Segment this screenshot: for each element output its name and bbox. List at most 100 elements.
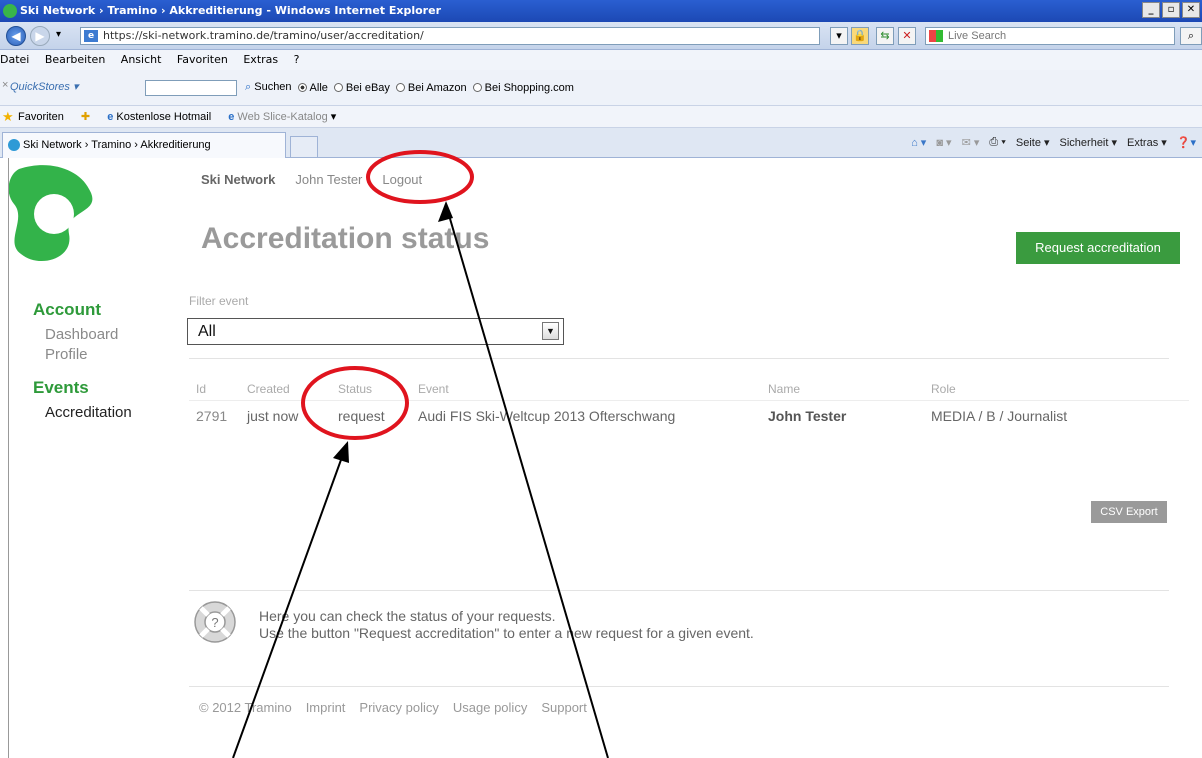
address-bar: ◀ ▶ ▾ e https://ski-network.tramino.de/t…: [0, 22, 1202, 50]
footer-imprint-link[interactable]: Imprint: [306, 700, 346, 715]
new-tab-button[interactable]: [290, 136, 318, 158]
menu-bearbeiten[interactable]: Bearbeiten: [45, 53, 105, 66]
radio-icon: [472, 82, 482, 92]
live-search-placeholder: Live Search: [948, 30, 1007, 42]
toolbar-search-input[interactable]: [145, 80, 237, 96]
footer-privacy-link[interactable]: Privacy policy: [359, 700, 438, 715]
page-content: Ski Network John Tester Logout Accredita…: [8, 158, 1202, 758]
menu-extras[interactable]: Extras: [243, 53, 278, 66]
cell-id: 2791: [196, 408, 228, 424]
logout-link[interactable]: Logout: [382, 172, 422, 187]
user-link[interactable]: John Tester: [295, 172, 362, 187]
divider: [189, 590, 1169, 591]
maximize-icon[interactable]: ▫: [1162, 2, 1180, 18]
footer-usage-link[interactable]: Usage policy: [453, 700, 527, 715]
chevron-down-icon[interactable]: ▼: [542, 322, 559, 340]
filter-event-select[interactable]: All ▼: [187, 318, 564, 345]
sidebar-item-profile[interactable]: Profile: [33, 346, 173, 363]
sidebar-heading-account: Account: [33, 300, 101, 319]
divider: [189, 358, 1169, 359]
magnifier-icon: ⌕: [245, 81, 252, 93]
divider: [189, 686, 1169, 687]
quickstores-label: QuickStores: [10, 81, 70, 93]
tab-title: Ski Network › Tramino › Akkreditierung: [23, 139, 211, 151]
mail-icon[interactable]: ✉ ▾: [962, 136, 980, 149]
brand-link[interactable]: Ski Network: [201, 172, 275, 187]
browser-tab-active[interactable]: Ski Network › Tramino › Akkreditierung: [2, 132, 286, 158]
footer-copyright: © 2012 Tramino: [199, 700, 292, 715]
footer-support-link[interactable]: Support: [541, 700, 587, 715]
url-dropdown-icon[interactable]: ▾: [830, 27, 848, 45]
search-toolbar: × QuickStores ▾ ⌕ Suchen Alle Bei eBay B…: [0, 70, 1202, 106]
csv-export-button[interactable]: CSV Export: [1091, 501, 1167, 523]
menu-extras-cmd[interactable]: Extras ▾: [1127, 136, 1167, 149]
menu-favoriten[interactable]: Favoriten: [177, 53, 228, 66]
option-amazon-label: Bei Amazon: [407, 81, 467, 94]
menu-help[interactable]: ?: [294, 53, 300, 66]
forward-icon[interactable]: ▶: [30, 26, 50, 46]
sidebar-heading-events: Events: [33, 378, 89, 397]
col-header-status: Status: [338, 382, 373, 396]
stop-icon[interactable]: ✕: [898, 27, 916, 45]
svg-text:?: ?: [211, 615, 218, 630]
cell-role: MEDIA / B / Journalist: [931, 408, 1068, 424]
col-header-role: Role: [931, 382, 956, 396]
option-ebay-label: Bei eBay: [345, 81, 390, 94]
toolbar-close-icon[interactable]: ×: [2, 79, 8, 91]
refresh-icon[interactable]: ⇆: [876, 27, 894, 45]
radio-icon: [297, 82, 307, 92]
minimize-icon[interactable]: _: [1142, 2, 1160, 18]
option-amazon[interactable]: Bei Amazon: [395, 81, 467, 94]
fav-web-slice-label: Web Slice-Katalog: [237, 111, 328, 123]
cell-created: just now: [247, 408, 299, 424]
menu-ansicht[interactable]: Ansicht: [121, 53, 162, 66]
option-shopping-label: Bei Shopping.com: [484, 81, 574, 94]
search-icon[interactable]: ⌕: [1180, 27, 1202, 45]
fav-hotmail[interactable]: e Kostenlose Hotmail: [107, 111, 211, 123]
radio-icon: [333, 82, 343, 92]
command-bar: ⌂ ▾ ◙ ▾ ✉ ▾ ⎙ ▾ Seite ▾ Sicherheit ▾ Ext…: [911, 136, 1196, 149]
menu-seite-label: Seite: [1015, 137, 1041, 149]
menu-extras-cmd-label: Extras: [1127, 137, 1159, 149]
favorites-button[interactable]: Favoriten: [18, 111, 64, 123]
help-text: Here you can check the status of your re…: [259, 608, 754, 642]
top-nav: Ski Network John Tester Logout: [201, 172, 422, 187]
menu-datei[interactable]: Datei: [0, 53, 29, 66]
radio-icon: [395, 82, 405, 92]
print-icon[interactable]: ⎙ ▾: [989, 136, 1005, 149]
filter-selected-value: All: [198, 323, 216, 340]
option-shopping[interactable]: Bei Shopping.com: [472, 81, 574, 94]
option-alle[interactable]: Alle: [297, 82, 328, 94]
footer: © 2012 Tramino Imprint Privacy policy Us…: [199, 700, 587, 715]
sidebar-item-accreditation[interactable]: Accreditation: [33, 404, 173, 421]
home-icon[interactable]: ⌂ ▾: [911, 136, 926, 149]
cell-event: Audi FIS Ski-Weltcup 2013 Ofterschwang: [418, 408, 676, 424]
lock-icon[interactable]: 🔒: [851, 27, 869, 45]
request-accreditation-button[interactable]: Request accreditation: [1016, 232, 1180, 264]
add-favorite-icon[interactable]: ✚: [81, 111, 90, 123]
fav-web-slice[interactable]: e Web Slice-Katalog ▾: [228, 111, 336, 123]
feeds-icon[interactable]: ◙ ▾: [936, 136, 951, 149]
lifebuoy-help-icon: ?: [194, 601, 236, 643]
help-icon[interactable]: ❓▾: [1177, 136, 1196, 149]
sidebar-item-dashboard[interactable]: Dashboard: [33, 326, 173, 343]
sidebar: Account Dashboard Profile Events Accredi…: [33, 300, 173, 424]
close-icon[interactable]: ✕: [1182, 2, 1200, 18]
history-dropdown-icon[interactable]: ▾: [56, 29, 61, 40]
live-search-input[interactable]: Live Search: [925, 27, 1175, 45]
quickstores-button[interactable]: QuickStores ▾: [10, 80, 79, 93]
menu-sicherheit[interactable]: Sicherheit ▾: [1060, 136, 1118, 149]
filter-label: Filter event: [189, 294, 249, 308]
option-ebay[interactable]: Bei eBay: [333, 81, 390, 94]
col-header-name: Name: [768, 382, 801, 396]
col-header-id: Id: [196, 382, 207, 396]
back-icon[interactable]: ◀: [6, 26, 26, 46]
suchen-button[interactable]: ⌕ Suchen: [245, 81, 292, 94]
window-title-bar: Ski Network › Tramino › Akkreditierung -…: [0, 0, 1202, 22]
menu-seite[interactable]: Seite ▾: [1016, 136, 1050, 149]
menu-bar: Datei Bearbeiten Ansicht Favoriten Extra…: [0, 50, 1202, 70]
suchen-label: Suchen: [254, 81, 292, 93]
url-input[interactable]: e https://ski-network.tramino.de/tramino…: [80, 27, 820, 45]
ie-icon: e: [228, 111, 235, 123]
cell-status: request: [338, 408, 385, 424]
